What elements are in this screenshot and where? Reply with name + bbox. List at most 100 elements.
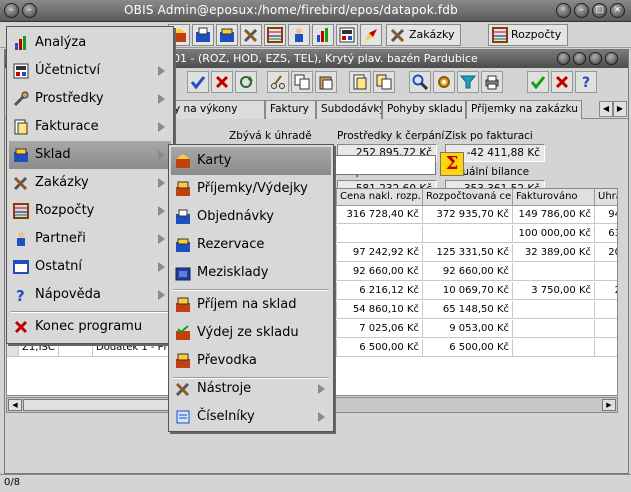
settings-button[interactable] [433,71,455,93]
submenu-item-karty[interactable]: Karty [171,147,331,175]
cell-uhrazeno[interactable] [595,301,617,319]
tab-scroll-right-button[interactable]: ▶ [613,101,627,117]
sum-button[interactable]: Σ [440,152,464,176]
toolbar-abacus-button[interactable] [264,24,286,46]
refresh-button[interactable] [235,71,257,93]
menu-item-partneri[interactable]: Partneři [9,225,171,253]
paste-button[interactable] [315,71,337,93]
submenu-item-objednavky[interactable]: Objednávky [171,203,331,231]
cell-rozpoctovana[interactable]: 92 660,00 Kč [423,263,513,281]
menu-item-analyza[interactable]: Analýza [9,29,171,57]
cell-fakturovano[interactable] [513,339,595,357]
cell-rozpoctovana[interactable]: 125 331,50 Kč [423,244,513,262]
cell-cena-nakl[interactable]: 54 860,10 Kč [337,301,423,319]
toolbar-rocket-button[interactable] [360,24,382,46]
cell-cena-nakl[interactable] [337,225,423,243]
cell-uhrazeno[interactable]: 20 [595,244,617,262]
submenu-item-prijemky-vydejky[interactable]: Příjemky/Výdejky [171,175,331,203]
submenu-item-vydej-ze-skladu[interactable]: Výdej ze skladu [171,319,331,347]
column-header-cena-nakl[interactable]: Cena nakl. rozp. [337,189,423,206]
filter-input[interactable] [334,155,436,175]
ok-button[interactable] [527,71,549,93]
submenu-item-ciselniky[interactable]: Číselníky [171,403,331,431]
menu-item-rozpocty[interactable]: Rozpočty [9,197,171,225]
filter-button[interactable] [457,71,479,93]
cell-fakturovano[interactable]: 100 000,00 Kč [513,225,595,243]
cell-rozpoctovana[interactable]: 6 500,00 Kč [423,339,513,357]
menu-item-zakazky[interactable]: Zakázky [9,169,171,197]
window-maximize-button[interactable]: □ [592,3,607,18]
menu-item-ostatni[interactable]: Ostatní [9,253,171,281]
tab-faktury[interactable]: Faktury [265,100,316,119]
tab-scroll-left-button[interactable]: ◀ [599,101,613,117]
project-window-close-button[interactable] [605,52,618,65]
toolbar-rozpocty-button[interactable]: Rozpočty [488,24,569,46]
project-window-minimize-button[interactable] [573,52,586,65]
cell-cena-nakl[interactable]: 92 660,00 Kč [337,263,423,281]
cell-fakturovano[interactable] [513,263,595,281]
close-button[interactable] [551,71,573,93]
submenu-item-nastroje[interactable]: Nástroje [171,375,331,403]
search-button[interactable] [409,71,431,93]
cell-uhrazeno[interactable]: 63 [595,225,617,243]
toolbar-orders-button[interactable] [216,24,238,46]
cut-button[interactable] [267,71,289,93]
cell-uhrazeno[interactable]: 2 [595,282,617,300]
copy-button[interactable] [291,71,313,93]
cell-rozpoctovana[interactable]: 10 069,70 Kč [423,282,513,300]
toolbar-zakazky-button[interactable]: Zakázky [386,24,462,46]
window-roll-button[interactable]: ◦ [556,3,571,18]
menu-item-fakturace[interactable]: Fakturace [9,113,171,141]
help-button[interactable]: ? [575,71,597,93]
cell-fakturovano[interactable]: 3 750,00 Kč [513,282,595,300]
tab-subdodavky[interactable]: Subdodávky [316,100,382,119]
confirm-button[interactable] [187,71,209,93]
cell-cena-nakl[interactable]: 316 728,40 Kč [337,206,423,224]
cell-uhrazeno[interactable] [595,263,617,281]
cell-rozpoctovana[interactable]: 9 053,00 Kč [423,320,513,338]
window-minimize-button[interactable]: – [574,3,589,18]
project-window-roll-button[interactable] [557,52,570,65]
cell-cena-nakl[interactable]: 7 025,06 Kč [337,320,423,338]
menu-item-prostredky[interactable]: Prostředky [9,85,171,113]
project-window-maximize-button[interactable] [589,52,602,65]
cell-rozpoctovana[interactable] [423,225,513,243]
submenu-item-prevodka[interactable]: Převodka [171,347,331,375]
cell-uhrazeno[interactable] [595,320,617,338]
toolbar-partner-button[interactable] [288,24,310,46]
menu-item-ucetnictvi[interactable]: Účetnictví [9,57,171,85]
copy-document-button[interactable] [373,71,395,93]
column-header-fakturovano[interactable]: Fakturováno [513,189,595,206]
cell-fakturovano[interactable] [513,301,595,319]
column-header-uhrazeno[interactable]: Uhra [595,189,617,206]
toolbar-documents-button[interactable] [192,24,214,46]
cell-uhrazeno[interactable] [595,339,617,357]
window-shade-button[interactable]: – [22,3,37,18]
cell-cena-nakl[interactable]: 6 500,00 Kč [337,339,423,357]
cell-rozpoctovana[interactable]: 65 148,50 Kč [423,301,513,319]
cell-fakturovano[interactable]: 32 389,00 Kč [513,244,595,262]
toolbar-tools-button[interactable] [240,24,262,46]
cell-cena-nakl[interactable]: 6 216,12 Kč [337,282,423,300]
cell-cena-nakl[interactable]: 97 242,92 Kč [337,244,423,262]
toolbar-accounting-button[interactable] [336,24,358,46]
open-document-button[interactable] [349,71,371,93]
tab-prijemky-na-zakazku[interactable]: Příjemky na zakázku [466,100,582,119]
menu-item-konec-programu[interactable]: Konec programu [9,313,171,341]
submenu-item-prijem-na-sklad[interactable]: Příjem na sklad [171,291,331,319]
submenu-item-mezisklady[interactable]: Mezisklady [171,259,331,287]
cell-fakturovano[interactable] [513,320,595,338]
tab-pohyby-skladu[interactable]: Pohyby skladu [382,100,466,119]
column-header-rozpoctovana[interactable]: Rozpočtovaná cen [423,189,513,206]
cancel-button[interactable] [211,71,233,93]
cell-uhrazeno[interactable]: 94 [595,206,617,224]
menu-item-napoveda[interactable]: ? Nápověda [9,281,171,309]
cell-fakturovano[interactable]: 149 786,00 Kč [513,206,595,224]
scroll-left-button[interactable]: ◀ [8,399,22,411]
toolbar-analysis-button[interactable] [312,24,334,46]
window-menu-button[interactable]: – [4,3,19,18]
menu-item-sklad[interactable]: Sklad [9,141,171,169]
submenu-item-rezervace[interactable]: Rezervace [171,231,331,259]
window-close-button[interactable]: × [610,3,625,18]
scroll-right-button[interactable]: ▶ [602,399,616,411]
